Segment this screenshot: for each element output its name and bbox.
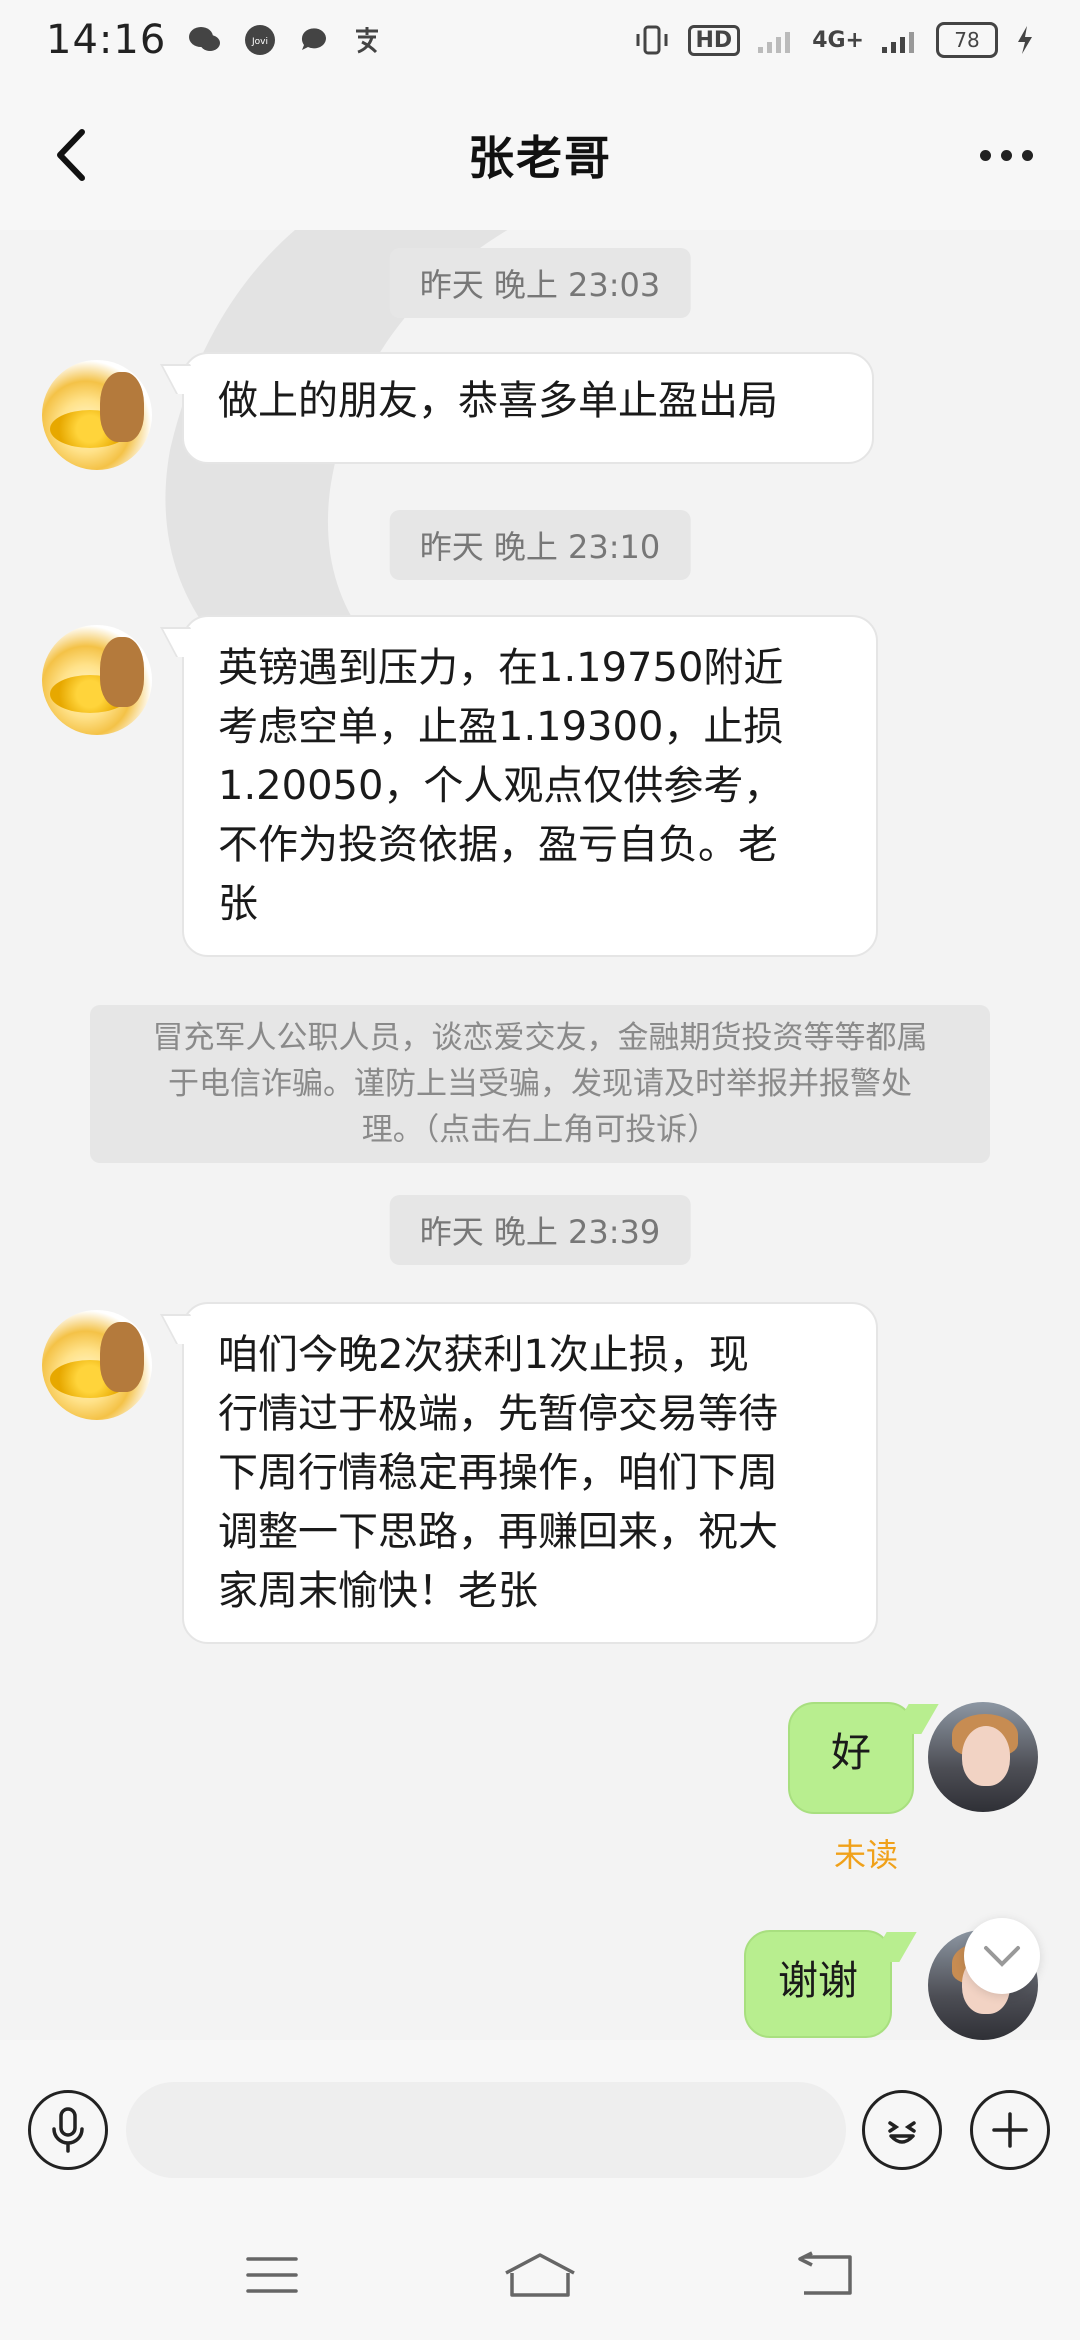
message-line: 英镑遇到压力，在1.19750附近 — [218, 645, 784, 691]
back-button[interactable] — [44, 124, 106, 186]
system-nav-bar — [0, 2200, 1080, 2340]
battery-level: 78 — [954, 28, 980, 52]
timestamp: 昨天 晚上 23:10 — [389, 510, 691, 580]
my-avatar[interactable] — [928, 1702, 1038, 1812]
battery-indicator: 78 — [936, 22, 998, 58]
wechat-icon — [188, 25, 222, 55]
message-line: 行情过于极端，先暂停交易等待 — [218, 1391, 778, 1437]
network-type: 4G+ — [812, 27, 864, 53]
contact-avatar[interactable] — [42, 625, 152, 735]
message-line: 张 — [218, 881, 258, 927]
alipay-icon — [352, 25, 382, 55]
message-text: 好 — [831, 1730, 871, 1776]
hd-badge: HD — [687, 24, 741, 56]
chevron-down-icon — [984, 1946, 1020, 1967]
chat-title: 张老哥 — [468, 131, 612, 185]
timestamp: 昨天 晚上 23:39 — [389, 1195, 691, 1265]
message-line: 调整一下思路，再赚回来，祝大 — [218, 1509, 778, 1555]
return-icon — [798, 2251, 852, 2295]
contact-avatar[interactable] — [42, 360, 152, 470]
charging-icon — [1016, 25, 1034, 55]
message-line: 1.20050，个人观点仅供参考， — [218, 763, 784, 809]
back-nav-button[interactable] — [784, 2245, 864, 2305]
vibrate-icon — [634, 24, 670, 56]
home-nav-button[interactable] — [500, 2245, 580, 2305]
message-line: 咱们今晚2次获利1次止损，现 — [218, 1332, 749, 1378]
status-bar: 14:16 Jovi HD 4G+ 78 — [0, 0, 1080, 80]
svg-text:Jovi: Jovi — [251, 37, 268, 47]
timestamp: 昨天 晚上 23:03 — [389, 248, 691, 318]
menu-nav-button[interactable] — [232, 2245, 312, 2305]
message-text: 谢谢 — [778, 1958, 858, 2004]
contact-avatar[interactable] — [42, 1310, 152, 1420]
notice-line: 于电信诈骗。谨防上当受骗，发现请及时举报并报警处 — [168, 1066, 912, 1102]
message-icon — [298, 24, 330, 56]
message-line: 考虑空单，止盈1.19300，止损 — [218, 704, 784, 750]
status-time: 14:16 — [46, 17, 167, 63]
scroll-to-bottom-button[interactable] — [964, 1918, 1040, 1994]
home-icon — [505, 2253, 575, 2297]
message-input[interactable] — [126, 2082, 846, 2178]
more-functions-button[interactable] — [970, 2090, 1050, 2170]
message-bubble[interactable]: 做上的朋友，恭喜多单止盈出局 — [182, 352, 874, 464]
notice-line: 理。（点击右上角可投诉） — [361, 1112, 719, 1148]
message-text: 做上的朋友，恭喜多单止盈出局 — [218, 378, 778, 424]
chat-header: 张老哥 — [0, 80, 1080, 230]
jovi-icon: Jovi — [244, 24, 276, 56]
emoji-icon — [888, 2121, 916, 2144]
signal-icon-1 — [758, 27, 794, 53]
unread-status: 未读 — [834, 1836, 899, 1874]
more-dots-icon — [980, 149, 991, 161]
voice-input-button[interactable] — [28, 2090, 108, 2170]
message-line: 家周末愉快！老张 — [218, 1568, 538, 1614]
microphone-icon — [52, 2107, 84, 2153]
my-message-bubble[interactable]: 好 — [788, 1702, 914, 1814]
message-line: 不作为投资依据，盈亏自负。老 — [218, 822, 778, 868]
menu-icon — [246, 2257, 298, 2293]
message-bubble[interactable]: 英镑遇到压力，在1.19750附近 考虑空单，止盈1.19300，止损 1.20… — [182, 615, 878, 957]
my-message-bubble[interactable]: 谢谢 — [744, 1930, 892, 2038]
notice-line: 冒充军人公职人员，谈恋爱交友，金融期货投资等等都属 — [152, 1020, 928, 1056]
chevron-left-icon — [57, 129, 85, 181]
message-bubble[interactable]: 咱们今晚2次获利1次止损，现 行情过于极端，先暂停交易等待 下周行情稳定再操作，… — [182, 1302, 878, 1644]
plus-icon — [992, 2112, 1028, 2148]
emoji-button[interactable] — [862, 2090, 942, 2170]
more-options-button[interactable] — [980, 138, 1040, 172]
message-list[interactable]: 昨天 晚上 23:03 做上的朋友，恭喜多单止盈出局 昨天 晚上 23:10 英… — [0, 230, 1080, 2040]
signal-icon-2 — [882, 27, 918, 53]
input-bar — [0, 2040, 1080, 2220]
message-line: 下周行情稳定再操作，咱们下周 — [218, 1450, 778, 1496]
fraud-warning-notice[interactable]: 冒充军人公职人员，谈恋爱交友，金融期货投资等等都属 于电信诈骗。谨防上当受骗，发… — [90, 1005, 990, 1163]
